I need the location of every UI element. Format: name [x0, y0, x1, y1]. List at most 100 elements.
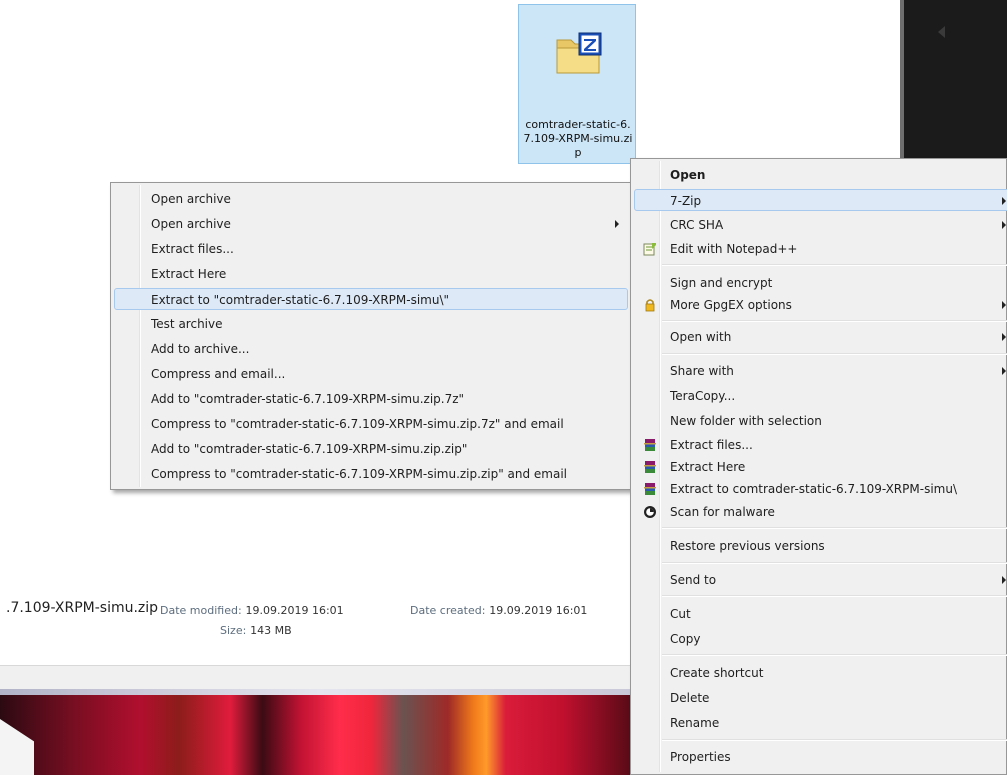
details-file-name: .7.109-XRPM-simu.zip — [6, 600, 159, 616]
winrar-icon — [644, 439, 656, 451]
menu-separator — [662, 595, 1007, 597]
winrar-icon — [644, 461, 656, 473]
file-size-value: 143 MB — [250, 624, 292, 637]
ctx-cut[interactable]: Cut — [634, 603, 1007, 625]
date-modified-value: 19.09.2019 16:01 — [245, 604, 344, 617]
ctx-open-with[interactable]: Open with — [634, 326, 1007, 348]
background-window-edge — [900, 0, 1007, 160]
selected-file-tile[interactable]: comtrader-static-6.7.109-XRPM-simu.zip — [518, 4, 636, 164]
submenu-arrow-icon — [1002, 221, 1006, 229]
ctx-gpgex-options[interactable]: More GpgEX options — [634, 294, 1007, 316]
submenu-arrow-icon — [1002, 333, 1006, 341]
menu-item-label: Compress and email... — [151, 367, 286, 381]
menu-item-label: Copy — [670, 632, 701, 646]
menu-item-label: Extract Here — [151, 267, 227, 281]
ctx-create-shortcut[interactable]: Create shortcut — [634, 662, 1007, 684]
ctx-properties[interactable]: Properties — [634, 746, 1007, 768]
date-modified-label: Date modified: — [160, 604, 242, 617]
ctx-scan-malware[interactable]: Scan for malware — [634, 501, 1007, 523]
details-pane: .7.109-XRPM-simu.zip Date modified: 19.0… — [0, 595, 640, 665]
menu-item-label: Open — [670, 168, 706, 182]
notepadpp-icon — [643, 243, 656, 256]
date-created-value: 19.09.2019 16:01 — [489, 604, 588, 617]
ctx-send-to[interactable]: Send to — [634, 569, 1007, 591]
menu-item-label: Delete — [670, 691, 710, 705]
menu-item-label: Rename — [670, 716, 720, 730]
ctx-teracopy[interactable]: TeraCopy... — [634, 385, 1007, 407]
menu-item-label: More GpgEX options — [670, 298, 792, 312]
menu-item-label: Add to archive... — [151, 342, 250, 356]
window-bottom-bar — [0, 665, 640, 690]
menu-item-label: Extract to comtrader-static-6.7.109-XRPM… — [670, 482, 957, 496]
malwarebytes-icon — [644, 506, 656, 518]
7zip-open-archive[interactable]: Open archive — [114, 188, 628, 210]
ctx-new-folder-selection[interactable]: New folder with selection — [634, 410, 1007, 432]
submenu-arrow-icon — [1002, 301, 1006, 309]
7zip-open-archive-submenu[interactable]: Open archive — [114, 213, 628, 235]
ctx-crc-sha[interactable]: CRC SHA — [634, 214, 1007, 236]
menu-item-label: Properties — [670, 750, 731, 764]
menu-item-label: Scan for malware — [670, 505, 775, 519]
7zip-compress-7z-email[interactable]: Compress to "comtrader-static-6.7.109-XR… — [114, 413, 628, 435]
date-created-label: Date created: — [410, 604, 486, 617]
menu-item-label: Open archive — [151, 192, 231, 206]
file-context-menu: Open 7-Zip CRC SHA Edit with Notepad++ S… — [630, 158, 1007, 775]
menu-item-label: Add to "comtrader-static-6.7.109-XRPM-si… — [151, 442, 468, 456]
file-name-label: comtrader-static-6.7.109-XRPM-simu.zip — [523, 118, 633, 159]
menu-item-label: Extract Here — [670, 460, 746, 474]
7zip-submenu: Open archive Open archive Extract files.… — [110, 182, 632, 490]
ctx-open[interactable]: Open — [634, 164, 1007, 186]
menu-item-label: CRC SHA — [670, 218, 724, 232]
ctx-winrar-extract-files[interactable]: Extract files... — [634, 434, 1007, 456]
7zip-compress-and-email[interactable]: Compress and email... — [114, 363, 628, 385]
menu-separator — [662, 562, 1007, 564]
window-border — [900, 0, 904, 160]
ctx-delete[interactable]: Delete — [634, 687, 1007, 709]
ctx-rename[interactable]: Rename — [634, 712, 1007, 734]
scroll-left-icon — [938, 26, 945, 38]
ctx-sign-encrypt[interactable]: Sign and encrypt — [634, 272, 1007, 294]
menu-item-label: Share with — [670, 364, 734, 378]
menu-item-label: Edit with Notepad++ — [670, 242, 798, 256]
submenu-arrow-icon — [1002, 576, 1006, 584]
7zip-compress-zip-email[interactable]: Compress to "comtrader-static-6.7.109-XR… — [114, 463, 628, 485]
submenu-arrow-icon — [615, 220, 619, 228]
file-size: Size: 143 MB — [220, 623, 292, 637]
7zip-extract-here[interactable]: Extract Here — [114, 263, 628, 285]
ctx-winrar-extract-here[interactable]: Extract Here — [634, 456, 1007, 478]
menu-separator — [662, 527, 1007, 529]
menu-item-label: TeraCopy... — [670, 389, 736, 403]
menu-item-label: Sign and encrypt — [670, 276, 773, 290]
ctx-share-with[interactable]: Share with — [634, 360, 1007, 382]
winrar-icon — [644, 483, 656, 495]
submenu-arrow-icon — [1002, 197, 1006, 205]
7zip-add-to-zip[interactable]: Add to "comtrader-static-6.7.109-XRPM-si… — [114, 438, 628, 460]
menu-item-label: Extract files... — [151, 242, 234, 256]
ctx-winrar-extract-to[interactable]: Extract to comtrader-static-6.7.109-XRPM… — [634, 478, 1007, 500]
ctx-7zip[interactable]: 7-Zip — [634, 189, 1007, 211]
file-size-label: Size: — [220, 624, 247, 637]
menu-item-label: Compress to "comtrader-static-6.7.109-XR… — [151, 467, 568, 481]
7zip-add-to-archive[interactable]: Add to archive... — [114, 338, 628, 360]
submenu-arrow-icon — [1002, 367, 1006, 375]
menu-item-label: Extract to "comtrader-static-6.7.109-XRP… — [151, 293, 450, 307]
desktop-wallpaper — [0, 689, 640, 775]
ctx-restore-previous[interactable]: Restore previous versions — [634, 535, 1007, 557]
menu-separator — [662, 264, 1007, 266]
menu-item-label: New folder with selection — [670, 414, 822, 428]
menu-item-label: Add to "comtrader-static-6.7.109-XRPM-si… — [151, 392, 465, 406]
menu-item-label: Send to — [670, 573, 717, 587]
7zip-extract-to-folder[interactable]: Extract to "comtrader-static-6.7.109-XRP… — [114, 288, 628, 310]
menu-separator — [662, 739, 1007, 741]
7zip-extract-files[interactable]: Extract files... — [114, 238, 628, 260]
ctx-copy[interactable]: Copy — [634, 628, 1007, 650]
menu-item-label: Cut — [670, 607, 691, 621]
ctx-edit-notepadpp[interactable]: Edit with Notepad++ — [634, 238, 1007, 260]
7zip-test-archive[interactable]: Test archive — [114, 313, 628, 335]
menu-item-label: Create shortcut — [670, 666, 764, 680]
menu-item-label: Restore previous versions — [670, 539, 825, 553]
menu-separator — [662, 320, 1007, 322]
menu-separator — [662, 654, 1007, 656]
7zip-add-to-7z[interactable]: Add to "comtrader-static-6.7.109-XRPM-si… — [114, 388, 628, 410]
menu-separator — [662, 353, 1007, 355]
